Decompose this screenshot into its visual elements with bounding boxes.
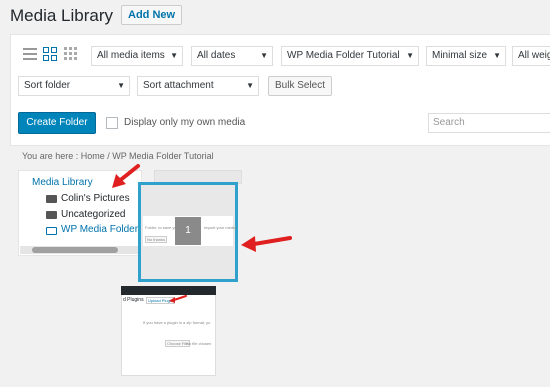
thumbnail-button: No thanks	[145, 236, 168, 243]
chevron-down-icon: ▼	[170, 51, 178, 60]
breadcrumb: You are here : Home / WP Media Folder Tu…	[22, 151, 214, 161]
folder-open-icon	[46, 227, 57, 235]
tree-item-colins-pictures[interactable]: Colin's Pictures	[61, 193, 130, 204]
thumbnail-text-2: Import your media	[204, 225, 237, 230]
filter-size-select[interactable]: Minimal size ▼	[426, 46, 506, 66]
annotation-arrow-icon	[112, 164, 140, 188]
own-media-checkbox[interactable]	[106, 117, 118, 129]
page-title: Media Library	[10, 6, 113, 25]
filter-date-select[interactable]: All dates ▼	[191, 46, 273, 66]
filter-weight-value: All weig	[518, 50, 550, 61]
create-folder-button[interactable]: Create Folder	[18, 112, 96, 134]
chevron-down-icon: ▼	[406, 51, 414, 60]
list-view-icon[interactable]	[22, 46, 38, 62]
preview-no-file: No file chosen	[186, 341, 212, 346]
annotation-arrow-icon	[241, 236, 292, 252]
sort-attachment-value: Sort attachment	[143, 80, 214, 91]
grid-view-icon[interactable]	[42, 46, 58, 62]
tree-horizontal-scrollbar[interactable]	[20, 246, 140, 254]
bulk-select-button[interactable]: Bulk Select	[268, 76, 333, 96]
folder-icon	[46, 211, 57, 219]
tree-item-wp-media-folder[interactable]: WP Media Folder T	[61, 224, 139, 235]
add-new-button[interactable]: Add New	[121, 5, 183, 25]
chevron-down-icon: ▼	[493, 51, 501, 60]
chevron-down-icon: ▼	[117, 81, 125, 90]
folder-icon	[46, 195, 57, 203]
tree-root-media-library[interactable]: Media Library	[32, 177, 93, 188]
tree-item-uncategorized[interactable]: Uncategorized	[61, 209, 125, 220]
small-grid-view-icon[interactable]	[63, 46, 79, 62]
filter-type-select[interactable]: All media items ▼	[91, 46, 183, 66]
sort-attachment-select[interactable]: Sort attachment ▼	[137, 76, 259, 96]
own-media-label: Display only my own media	[124, 117, 246, 128]
sort-folder-select[interactable]: Sort folder ▼	[18, 76, 130, 96]
filter-weight-select[interactable]: All weig	[512, 46, 550, 66]
filter-folder-select[interactable]: WP Media Folder Tutorial ▼	[281, 46, 419, 66]
search-input[interactable]: Search	[428, 113, 550, 133]
filter-type-value: All media items	[97, 50, 165, 61]
annotation-arrow-icon	[169, 295, 187, 303]
chevron-down-icon: ▼	[246, 81, 254, 90]
filter-size-value: Minimal size	[432, 50, 488, 61]
scrollbar-thumb[interactable]	[32, 247, 118, 253]
preview-body-text: If you have a plugin in a zip format, yo	[143, 320, 211, 325]
preview-heading: d Plugins	[123, 297, 144, 303]
chevron-down-icon: ▼	[260, 51, 268, 60]
filter-folder-value: WP Media Folder Tutorial	[287, 50, 400, 61]
drag-count-badge: 1	[175, 217, 201, 245]
sort-folder-value: Sort folder	[24, 80, 71, 91]
filter-date-value: All dates	[197, 50, 236, 61]
